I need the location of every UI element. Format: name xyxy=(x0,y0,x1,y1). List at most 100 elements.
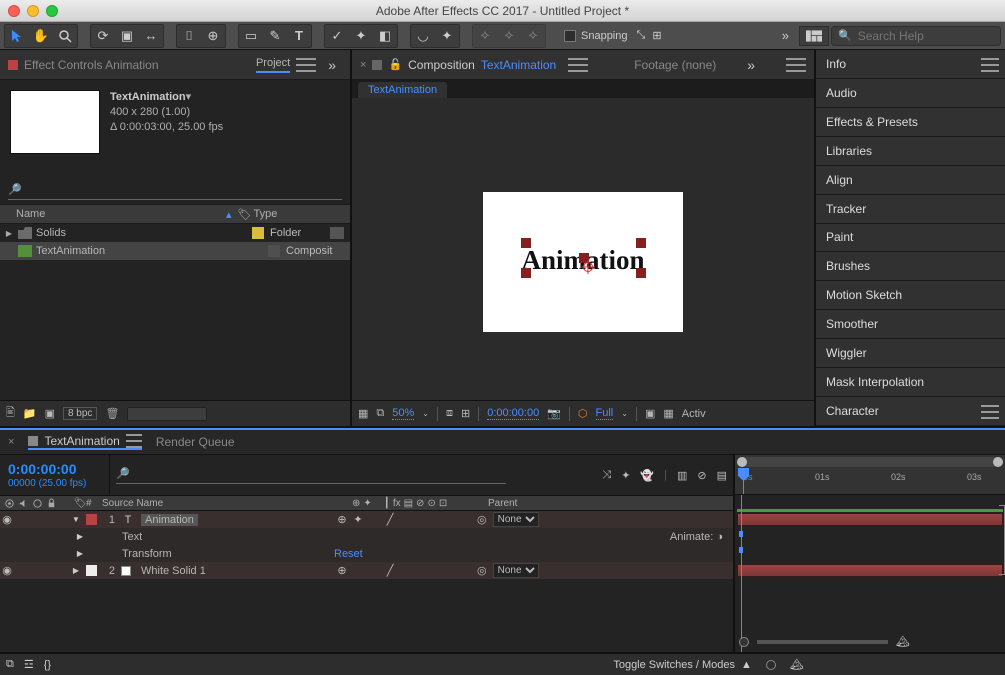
zoom-dropdown-icon[interactable]: ⌄ xyxy=(422,409,429,418)
twisty-icon[interactable]: ▶ xyxy=(74,532,86,541)
channel-icon[interactable]: ⬡ xyxy=(578,407,588,420)
resolution-select[interactable]: Full xyxy=(596,407,614,420)
toggle-switches-modes-button[interactable]: Toggle Switches / Modes xyxy=(613,659,735,671)
work-area-bar[interactable] xyxy=(737,457,1003,467)
current-time-indicator[interactable] xyxy=(741,495,742,652)
orbit-tool-icon[interactable]: ⟳ xyxy=(91,25,115,47)
twisty-icon[interactable]: ▶ xyxy=(70,566,82,575)
panel-menu-icon[interactable] xyxy=(296,58,316,72)
shape-tool-icon[interactable]: ▭ xyxy=(239,25,263,47)
layer-bar-white-solid[interactable] xyxy=(737,564,1003,577)
brush-tool-icon[interactable]: ✓ xyxy=(325,25,349,47)
current-time-display[interactable]: 0:00:00:00 00000 (25.00 fps) xyxy=(0,455,110,495)
eraser-tool-icon[interactable]: ◧ xyxy=(373,25,397,47)
active-camera-label[interactable]: Activ xyxy=(682,408,706,420)
zoom-handle[interactable] xyxy=(766,660,776,670)
twisty-icon[interactable]: ▶ xyxy=(4,229,14,238)
column-type[interactable]: Type xyxy=(254,208,278,220)
camera-tool-icon[interactable]: ▣ xyxy=(115,25,139,47)
panel-tracker[interactable]: Tracker xyxy=(816,195,1005,224)
hand-tool-icon[interactable]: ✋ xyxy=(29,25,53,47)
panel-align[interactable]: Align xyxy=(816,166,1005,195)
layer-label-swatch[interactable] xyxy=(86,514,97,525)
sort-indicator-icon[interactable]: ▴ xyxy=(226,208,232,221)
label-column-icon[interactable]: 🏷 xyxy=(74,498,87,509)
pen-tool-icon[interactable]: ✎ xyxy=(263,25,287,47)
local-axis-icon[interactable]: ✧ xyxy=(473,25,497,47)
world-axis-icon[interactable]: ✧ xyxy=(497,25,521,47)
roto-brush-tool-icon[interactable]: ◡ xyxy=(411,25,435,47)
panel-libraries[interactable]: Libraries xyxy=(816,137,1005,166)
composition-viewport[interactable]: Animation xyxy=(352,98,814,426)
panel-menu-icon[interactable] xyxy=(786,58,806,72)
interpret-footage-icon[interactable]: 🖹 xyxy=(6,404,15,423)
tab-footage[interactable]: Footage (none) xyxy=(634,58,716,72)
toggle-modes-icon[interactable]: ☲ xyxy=(24,658,34,671)
twisty-icon[interactable]: ▼ xyxy=(70,515,82,524)
solo-column-icon[interactable] xyxy=(32,498,43,509)
timeline-zoom-bar[interactable]: 🏔 xyxy=(735,635,1005,648)
parent-select[interactable]: None xyxy=(493,563,539,578)
anchor-point-tool-icon[interactable]: ⊕ xyxy=(201,25,225,47)
comp-thumbnail[interactable] xyxy=(10,90,100,154)
snap-grid-icon[interactable]: ⊞ xyxy=(652,29,661,42)
column-number[interactable]: # xyxy=(86,498,92,509)
project-item-solids[interactable]: ▶ Solids Folder xyxy=(0,224,350,242)
hide-shy-icon[interactable]: 👻 xyxy=(640,469,654,482)
resolution-icon[interactable]: ⧉ xyxy=(376,407,384,420)
layer-property-text[interactable]: ▶ Text Animate: ◑ xyxy=(0,528,733,545)
panel-menu-icon[interactable] xyxy=(568,58,588,72)
transparency-grid-icon[interactable]: ▦ xyxy=(663,407,673,420)
anchor-point-icon[interactable] xyxy=(583,262,593,272)
timeline-tracks[interactable]: 🏔 xyxy=(735,495,1005,652)
puppet-pin-tool-icon[interactable]: ✦ xyxy=(435,25,459,47)
panel-paint[interactable]: Paint xyxy=(816,224,1005,253)
resolution-dropdown-icon[interactable]: ⌄ xyxy=(621,409,628,418)
zoom-tool-icon[interactable] xyxy=(53,25,77,47)
column-label-icon[interactable]: 🏷 xyxy=(238,208,254,221)
panel-mask-interpolation[interactable]: Mask Interpolation xyxy=(816,368,1005,397)
pickwhip-icon[interactable]: ◎ xyxy=(477,513,487,526)
timeline-search-input[interactable] xyxy=(136,466,506,481)
video-toggle-icon[interactable]: ◉ xyxy=(0,564,14,577)
project-item-textanimation[interactable]: TextAnimation Composit xyxy=(0,242,350,260)
toolbar-overflow-icon[interactable]: » xyxy=(774,28,797,43)
panel-menu-icon[interactable] xyxy=(126,434,142,448)
reset-button[interactable]: Reset xyxy=(334,548,363,560)
label-swatch[interactable] xyxy=(268,245,280,257)
collapse-bracket[interactable] xyxy=(999,505,1005,575)
selection-handle[interactable] xyxy=(521,268,531,278)
draft-3d-icon[interactable]: ✦ xyxy=(621,469,630,482)
grid-icon[interactable]: ⊞ xyxy=(461,407,470,420)
video-column-icon[interactable] xyxy=(4,498,15,509)
toggle-switches-icon[interactable]: ⧉ xyxy=(6,658,14,671)
playhead[interactable] xyxy=(743,468,744,494)
selection-handle[interactable] xyxy=(521,238,531,248)
tabs-overflow-icon[interactable]: » xyxy=(322,57,342,73)
column-parent[interactable]: Parent xyxy=(488,498,517,509)
zoom-level[interactable]: 50% xyxy=(392,407,414,420)
camera-track-tool-icon[interactable]: ↔ xyxy=(139,25,163,47)
motion-blur-icon[interactable]: ⊘ xyxy=(697,469,706,482)
time-ruler[interactable]: 0s 01s 02s 03s xyxy=(735,455,1005,495)
panel-effects-presets[interactable]: Effects & Presets xyxy=(816,108,1005,137)
label-swatch[interactable] xyxy=(252,227,264,239)
zoom-out-icon[interactable]: 🏔 xyxy=(790,658,804,671)
panel-character[interactable]: Character xyxy=(816,397,1005,426)
column-name[interactable]: Name xyxy=(16,208,226,220)
new-comp-icon[interactable]: ▣ xyxy=(45,407,55,420)
footer-slider[interactable] xyxy=(127,407,207,421)
bit-depth-button[interactable]: 8 bpc xyxy=(63,407,97,420)
project-search[interactable]: 🔎 xyxy=(8,182,342,200)
tab-close-icon[interactable]: × xyxy=(360,59,366,71)
twisty-icon[interactable]: ▶ xyxy=(74,549,86,558)
rotate-tool-icon[interactable]: ⌷ xyxy=(177,25,201,47)
graph-editor-icon[interactable]: ▤ xyxy=(717,469,727,482)
tab-timeline-comp[interactable]: TextAnimation xyxy=(28,434,141,450)
snapping-toggle[interactable]: Snapping ⤡ ⊞ xyxy=(558,29,668,42)
safe-zones-icon[interactable]: ⧈ xyxy=(446,407,453,420)
zoom-in-icon[interactable]: ▲ xyxy=(741,659,752,671)
selection-tool-icon[interactable] xyxy=(5,25,29,47)
timeline-search[interactable]: 🔎 xyxy=(116,466,506,484)
tab-close-icon[interactable]: × xyxy=(8,436,14,448)
